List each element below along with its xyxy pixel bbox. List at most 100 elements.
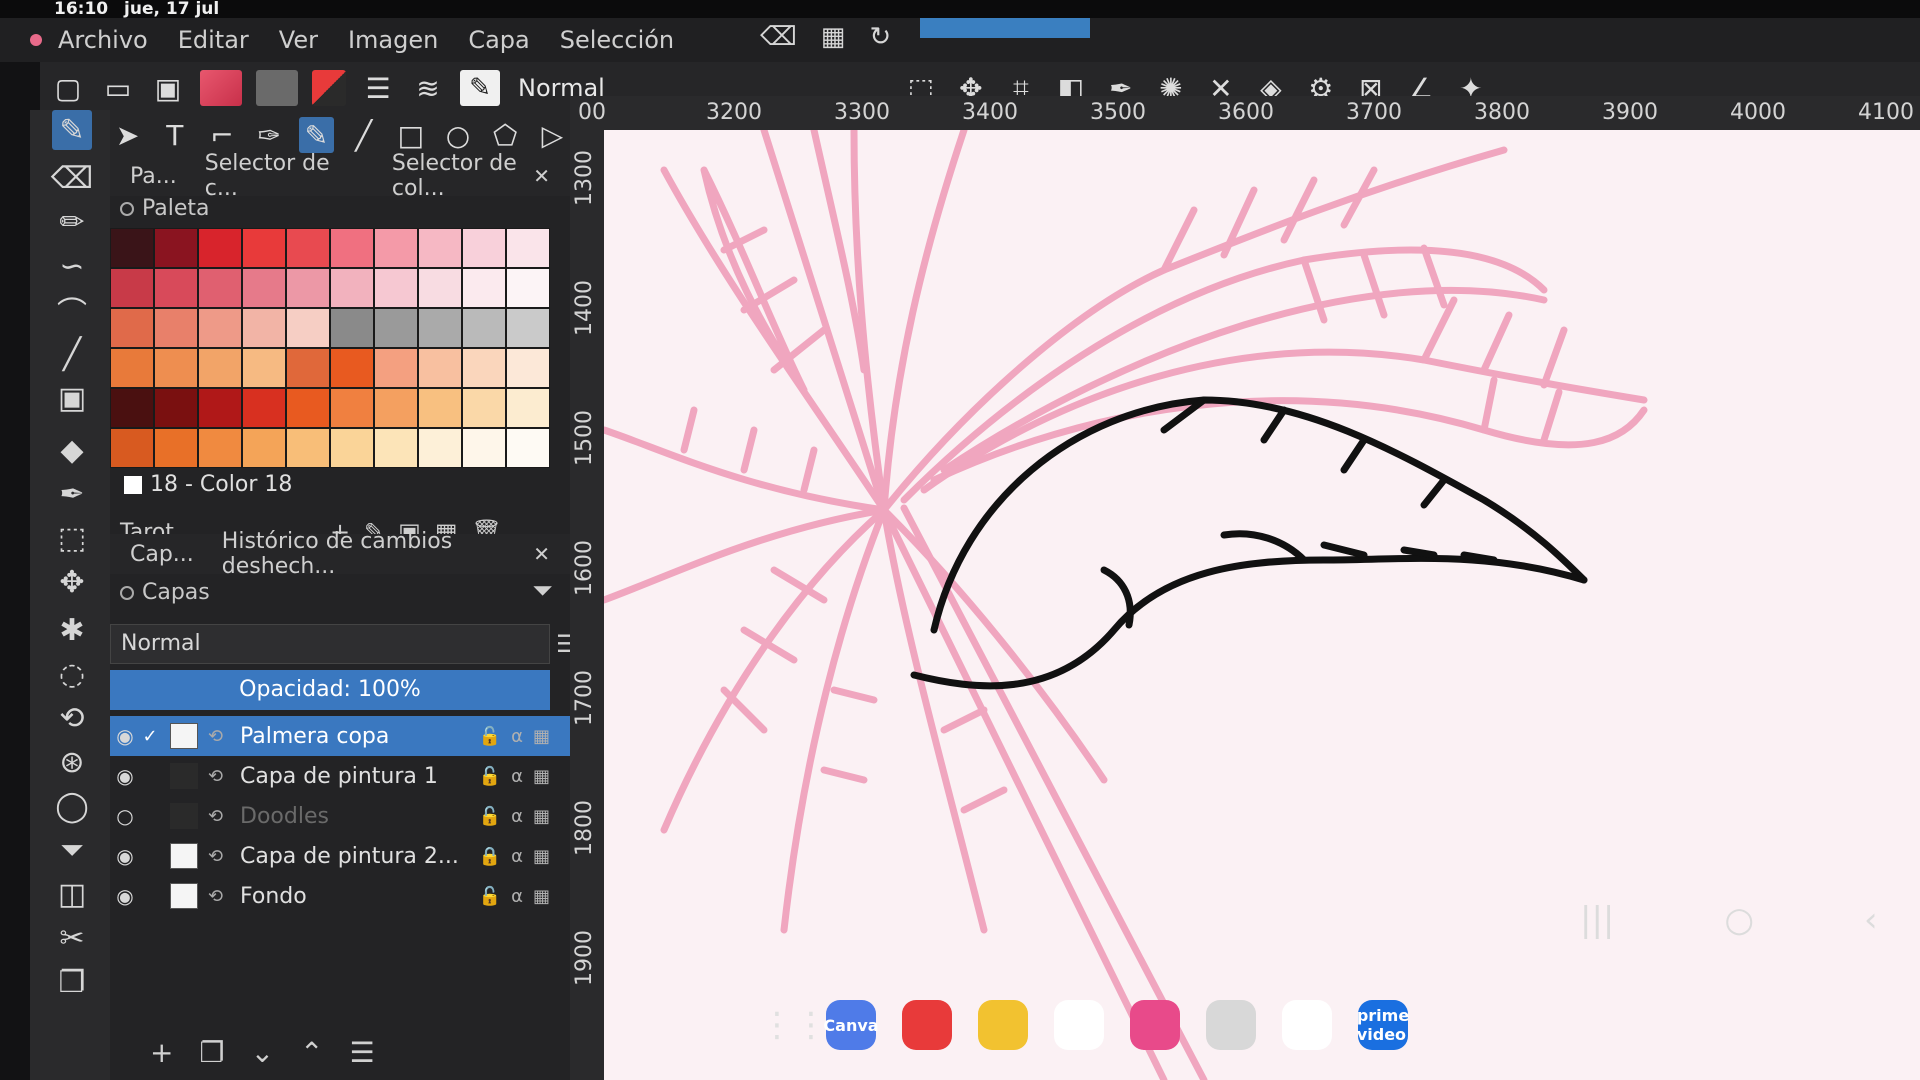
back-button[interactable]: ‹ — [1864, 900, 1878, 940]
close-dock-icon[interactable]: ✕ — [533, 164, 550, 188]
palette-swatch[interactable] — [330, 428, 374, 468]
layer-filter-icon[interactable]: ⏷ — [532, 576, 553, 607]
palette-swatch[interactable] — [330, 308, 374, 348]
select-arrow-icon[interactable]: ➤ — [110, 117, 145, 153]
palette-swatch[interactable] — [330, 228, 374, 268]
alpha-icon[interactable]: α — [511, 806, 523, 827]
palette-swatch[interactable] — [462, 388, 506, 428]
palette-swatch[interactable] — [286, 268, 330, 308]
app-assistant-icon[interactable] — [1054, 1000, 1104, 1050]
palette-swatch[interactable] — [418, 348, 462, 388]
menu-editar[interactable]: Editar — [174, 26, 253, 54]
brush-preset-icon[interactable]: ✎ — [460, 70, 500, 106]
straight-line-icon[interactable]: ╱ — [52, 334, 92, 374]
palette-swatch[interactable] — [110, 388, 154, 428]
palette-swatch[interactable] — [198, 268, 242, 308]
pencil-tool-icon[interactable]: ✏ — [52, 202, 92, 242]
save-icon[interactable]: ▣ — [150, 70, 186, 106]
tab-color-selector[interactable]: Selector de c... — [205, 151, 364, 201]
palette-swatch[interactable] — [506, 268, 550, 308]
reload-preset-icon[interactable]: ↻ — [869, 22, 891, 52]
lasso-icon[interactable]: ◌ — [52, 654, 92, 694]
cut-icon[interactable]: ✂ — [52, 918, 92, 958]
palette-swatch[interactable] — [110, 348, 154, 388]
app-notes-icon[interactable] — [902, 1000, 952, 1050]
close-layers-dock-icon[interactable]: ✕ — [533, 542, 550, 566]
move-layer-up-icon[interactable]: ⌃ — [300, 1036, 323, 1069]
palette-swatch[interactable] — [198, 388, 242, 428]
ellipse-select-icon[interactable]: ◯ — [52, 786, 92, 826]
tab-undo-history[interactable]: Histórico de cambios deshech... — [222, 529, 570, 579]
fill-tool-icon[interactable]: ◆ — [52, 430, 92, 470]
freehand-select-icon[interactable]: ⟲ — [52, 698, 92, 738]
palette-swatch[interactable] — [506, 228, 550, 268]
layer-row[interactable]: ◉ ⟲ Capa de pintura 2... 🔒 α ▦ — [110, 836, 570, 876]
calligraphy-icon[interactable]: ⌐ — [204, 117, 239, 153]
pen-icon[interactable]: ✑ — [252, 117, 287, 153]
app-youtube-icon[interactable] — [1282, 1000, 1332, 1050]
layer-row[interactable]: ◉ ✓ ⟲ Palmera copa 🔓 α ▦ — [110, 716, 570, 756]
eye-off-icon[interactable]: ○ — [110, 804, 140, 828]
inherit-alpha-icon[interactable]: ▦ — [533, 726, 550, 747]
tab-layers[interactable]: Cap... — [130, 542, 194, 567]
filter-tool-icon[interactable]: ⏷ — [52, 830, 92, 870]
palette-swatch[interactable] — [242, 428, 286, 468]
unlock-icon[interactable]: 🔓 — [479, 766, 501, 787]
add-layer-icon[interactable]: + — [150, 1036, 173, 1069]
palette-swatch[interactable] — [242, 268, 286, 308]
alpha-icon[interactable]: α — [511, 766, 523, 787]
copy-icon[interactable]: ❐ — [52, 962, 92, 1002]
palette-swatch[interactable] — [242, 228, 286, 268]
palette-swatch[interactable] — [374, 268, 418, 308]
curve-tool-icon[interactable]: ∽ — [52, 246, 92, 286]
palette-swatch[interactable] — [154, 388, 198, 428]
magic-wand-icon[interactable]: ✱ — [52, 610, 92, 650]
inherit-alpha-icon[interactable]: ▦ — [533, 806, 550, 827]
eye-icon[interactable]: ◉ — [110, 844, 140, 868]
polyline-tool-icon[interactable]: ▷ — [535, 117, 570, 153]
palette-swatch[interactable] — [242, 348, 286, 388]
palette-swatch[interactable] — [154, 268, 198, 308]
palette-swatch[interactable] — [330, 348, 374, 388]
layer-row[interactable]: ○ ⟲ Doodles 🔓 α ▦ — [110, 796, 570, 836]
alpha-icon[interactable]: α — [511, 726, 523, 747]
menu-seleccion[interactable]: Selección — [556, 26, 678, 54]
palette-swatch[interactable] — [462, 308, 506, 348]
new-document-icon[interactable]: ▢ — [50, 70, 86, 106]
ellipse-tool-icon[interactable]: ○ — [440, 117, 475, 153]
pattern-swatch[interactable] — [256, 70, 298, 106]
palette-swatch[interactable] — [286, 388, 330, 428]
duplicate-layer-icon[interactable]: ❐ — [199, 1036, 224, 1069]
layer-opacity-slider[interactable]: Opacidad: 100% — [110, 670, 550, 710]
eye-icon[interactable]: ◉ — [110, 884, 140, 908]
move-tool-icon[interactable]: ✥ — [52, 562, 92, 602]
freehand-brush-icon[interactable]: ✎ — [298, 117, 335, 153]
palette-swatch[interactable] — [154, 308, 198, 348]
unlock-icon[interactable]: 🔓 — [479, 886, 501, 907]
layer-blend-mode-select[interactable]: Normal — [110, 624, 550, 664]
brush-settings-icon[interactable]: ≋ — [410, 70, 446, 106]
eraser-tool-icon[interactable]: ⌫ — [51, 158, 93, 198]
palette-swatch[interactable] — [154, 348, 198, 388]
palette-swatch[interactable] — [242, 308, 286, 348]
gradient-swatch[interactable] — [200, 70, 242, 106]
palette-swatch[interactable] — [286, 428, 330, 468]
menu-imagen[interactable]: Imagen — [344, 26, 442, 54]
text-tool-icon[interactable]: T — [157, 117, 192, 153]
palette-swatch[interactable] — [462, 348, 506, 388]
menu-archivo[interactable]: Archivo — [54, 26, 152, 54]
palette-swatch[interactable] — [374, 308, 418, 348]
move-layer-down-icon[interactable]: ⌄ — [251, 1036, 274, 1069]
app-camera-icon[interactable] — [1206, 1000, 1256, 1050]
palette-swatch[interactable] — [506, 428, 550, 468]
palette-swatch[interactable] — [374, 388, 418, 428]
palette-swatch[interactable] — [418, 268, 462, 308]
menu-ver[interactable]: Ver — [275, 26, 322, 54]
palette-swatch[interactable] — [198, 228, 242, 268]
layer-properties-icon[interactable]: ☰ — [360, 70, 396, 106]
palette-swatch[interactable] — [374, 228, 418, 268]
palette-swatch[interactable] — [506, 388, 550, 428]
palette-swatch[interactable] — [462, 428, 506, 468]
app-canva-icon[interactable]: Canva — [823, 1000, 879, 1050]
palette-swatch[interactable] — [198, 348, 242, 388]
